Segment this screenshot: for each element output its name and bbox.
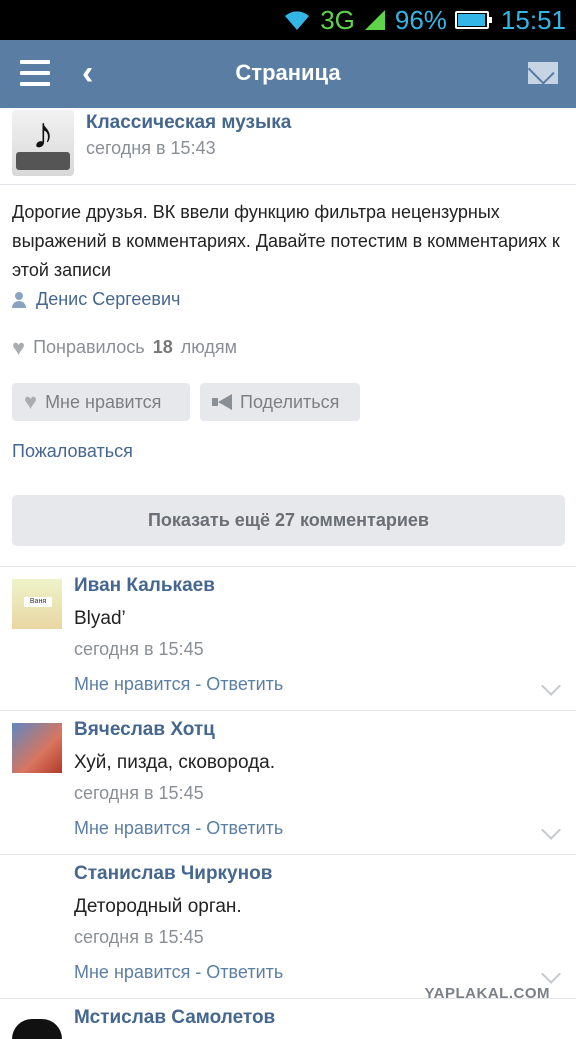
likes-summary[interactable]: ♥ Понравилось 18 людям (12, 334, 237, 360)
post-text: Дорогие друзья. ВК ввели функцию фильтра… (12, 202, 560, 280)
megaphone-icon (212, 394, 232, 410)
post-time: сегодня в 15:43 (86, 138, 216, 158)
comment-author[interactable]: Станислав Чиркунов (74, 863, 272, 885)
comment-item: Станислав Чиркунов Детородный орган. сег… (0, 854, 576, 999)
author-name[interactable]: Денис Сергеевич (36, 289, 180, 310)
comment-item: Вячеслав Хотц Хуй, пизда, сковорода. сег… (0, 710, 576, 855)
heart-icon: ♥ (12, 334, 26, 360)
comment-actions[interactable]: Мне нравится - Ответить (74, 962, 283, 983)
likes-prefix: Понравилось (33, 337, 145, 357)
avatar-label: Ваня (24, 597, 52, 607)
comment-actions[interactable]: Мне нравится - Ответить (74, 818, 283, 839)
like-button[interactable]: ♥ Мне нравится (12, 383, 190, 421)
avatar[interactable] (12, 1019, 62, 1039)
comment-text: Хуй, пизда, сковорода. (74, 752, 276, 773)
comment-author[interactable]: Иван Калькаев (74, 575, 215, 597)
signal-icon (364, 10, 385, 30)
avatar[interactable]: Ваня (12, 579, 62, 629)
group-name-link[interactable]: Классическая музыка (86, 112, 291, 134)
battery-icon (454, 11, 492, 29)
chevron-down-icon[interactable] (541, 820, 561, 840)
comment-time: сегодня в 15:45 (74, 783, 204, 803)
chevron-down-icon[interactable] (541, 676, 561, 696)
comment-time: сегодня в 15:45 (74, 927, 204, 947)
page-title: Страница (235, 60, 341, 85)
comment-author[interactable]: Вячеслав Хотц (74, 719, 215, 741)
comment-time: сегодня в 15:45 (74, 639, 204, 659)
clock: 15:51 (500, 4, 566, 35)
wifi-icon (285, 11, 310, 30)
likes-suffix: людям (180, 337, 237, 357)
report-link[interactable]: Пожаловаться (12, 441, 133, 462)
post-header: ♪ Классическая музыка сегодня в 15:43 (0, 108, 576, 185)
group-avatar[interactable]: ♪ (12, 110, 74, 176)
mail-icon[interactable] (528, 62, 558, 84)
post-author[interactable]: Денис Сергеевич (12, 289, 180, 310)
chevron-down-icon[interactable] (541, 964, 561, 984)
comment-text: Blyad’ (74, 608, 126, 629)
show-more-comments-button[interactable]: Показать ещё 27 комментариев (12, 495, 565, 546)
comment-item: Мстислав Самолетов (0, 998, 576, 1039)
comment-author[interactable]: Мстислав Самолетов (74, 1007, 275, 1029)
app-bar: ‹ Страница (0, 40, 576, 108)
comment-actions[interactable]: Мне нравится - Ответить (74, 674, 283, 695)
comment-item: Ваня Иван Калькаев Blyad’ сегодня в 15:4… (0, 566, 576, 711)
likes-count: 18 (152, 337, 173, 357)
share-button-label: Поделиться (240, 391, 340, 412)
status-bar: 3G 96% 15:51 (0, 0, 576, 40)
comment-text: Детородный орган. (74, 896, 242, 917)
user-icon (12, 291, 26, 308)
heart-icon: ♥ (24, 389, 38, 414)
battery-percent: 96% (394, 4, 447, 35)
music-note-icon: ♪ (32, 109, 54, 158)
watermark: YAPLAKAL.COM (424, 985, 550, 1002)
like-button-label: Мне нравится (45, 391, 162, 412)
avatar[interactable] (12, 723, 62, 773)
share-button[interactable]: Поделиться (200, 383, 360, 421)
network-type: 3G (320, 4, 355, 35)
